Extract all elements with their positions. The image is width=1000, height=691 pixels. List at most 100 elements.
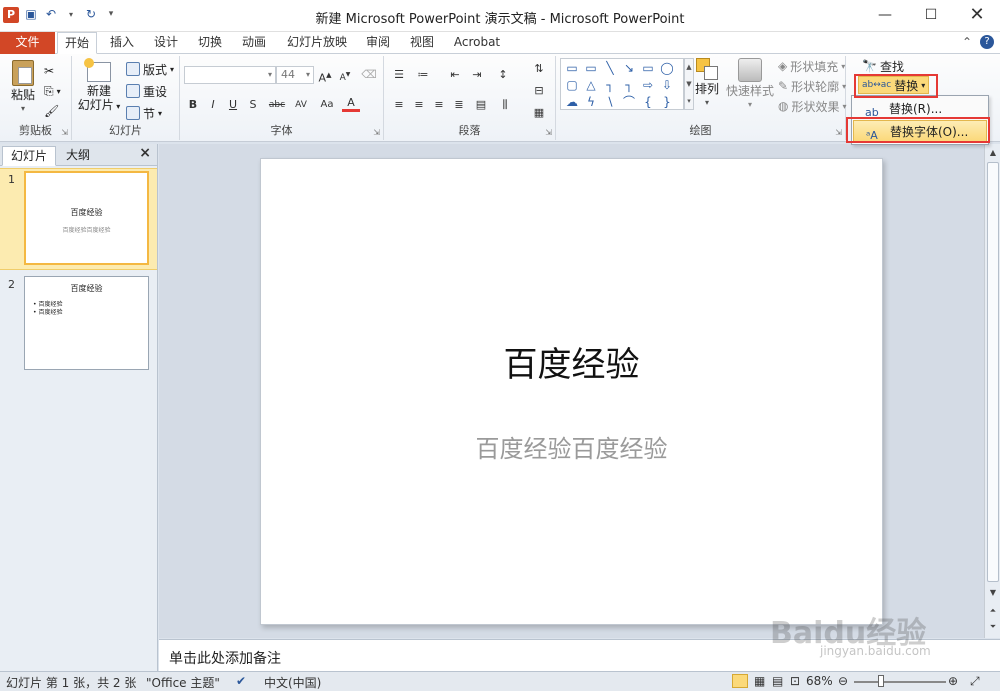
fit-to-window-icon[interactable]: ⤢ — [970, 674, 980, 689]
drawing-launcher-icon[interactable]: ⇲ — [835, 128, 842, 137]
textbox-vertical-shape-icon[interactable]: ▭ — [582, 60, 600, 77]
tab-animations[interactable]: 动画 — [235, 32, 273, 54]
shape-fill-button[interactable]: ◈ 形状填充 ▾ — [778, 57, 845, 75]
undo-icon[interactable]: ↶ — [44, 7, 58, 21]
tab-review[interactable]: 审阅 — [359, 32, 397, 54]
increase-indent-icon[interactable]: ⇥ — [468, 66, 486, 84]
close-icon[interactable]: ✕ — [954, 0, 1000, 32]
lightning-shape-icon[interactable]: ϟ — [582, 94, 600, 111]
close-pane-icon[interactable]: × — [139, 145, 151, 161]
zoom-out-icon[interactable]: ⊖ — [838, 674, 848, 688]
slide-thumbnail-row[interactable]: 1 百度经验 百度经验百度经验 — [0, 168, 157, 270]
columns-icon[interactable]: ⫼ — [496, 96, 514, 114]
redo-icon[interactable]: ↻ — [84, 7, 98, 21]
arc-shape-icon[interactable]: ⌒ — [620, 94, 638, 111]
shape-outline-button[interactable]: ✎ 形状轮廓 ▾ — [778, 77, 846, 95]
quick-styles-button[interactable]: 快速样式 ▾ — [726, 58, 774, 112]
align-center-icon[interactable]: ≡ — [410, 96, 428, 114]
slide-subtitle-placeholder[interactable]: 百度经验百度经验 — [261, 429, 882, 464]
align-text-icon[interactable]: ⊟ — [530, 82, 548, 100]
elbow-arrow-shape-icon[interactable]: ┐ — [620, 77, 638, 94]
triangle-shape-icon[interactable]: △ — [582, 77, 600, 94]
zoom-level[interactable]: 68% — [806, 674, 833, 688]
align-left-icon[interactable]: ≡ — [390, 96, 408, 114]
elbow-connector-shape-icon[interactable]: ┐ — [601, 77, 619, 94]
tab-home[interactable]: 开始 — [57, 32, 97, 54]
smartart-icon[interactable]: ▦ — [530, 104, 548, 122]
slide-title-placeholder[interactable]: 百度经验 — [261, 337, 882, 386]
font-color-button[interactable]: A — [342, 96, 360, 112]
slide-sorter-icon[interactable]: ▦ — [754, 674, 765, 688]
zoom-slider[interactable] — [854, 681, 946, 683]
grow-font-icon[interactable]: A▲ — [316, 66, 334, 85]
arrange-button[interactable]: 排列 ▾ — [692, 58, 722, 110]
slideshow-icon[interactable]: ⊡ — [790, 674, 800, 688]
rounded-rect-shape-icon[interactable]: ▢ — [563, 77, 581, 94]
help-icon[interactable]: ? — [980, 35, 994, 49]
previous-slide-icon[interactable]: ⏶ — [986, 604, 1000, 618]
slide-thumbnail-row[interactable]: 2 百度经验 • 百度经验 • 百度经验 — [0, 274, 157, 374]
change-case-button[interactable]: Aa — [316, 96, 338, 114]
textbox-shape-icon[interactable]: ▭ — [563, 60, 581, 77]
font-launcher-icon[interactable]: ⇲ — [373, 128, 380, 137]
clipboard-launcher-icon[interactable]: ⇲ — [61, 128, 68, 137]
right-arrow-shape-icon[interactable]: ⇨ — [639, 77, 657, 94]
tab-view[interactable]: 视图 — [403, 32, 441, 54]
current-slide[interactable]: 百度经验 百度经验百度经验 — [260, 158, 883, 625]
scroll-up-icon[interactable]: ▲ — [986, 146, 1000, 160]
text-direction-icon[interactable]: ⇅ — [530, 60, 548, 78]
strikethrough-button[interactable]: abc — [266, 96, 288, 114]
tab-transitions[interactable]: 切换 — [191, 32, 229, 54]
font-size-combobox[interactable]: 44 ▾ — [276, 66, 314, 84]
shrink-font-icon[interactable]: A▼ — [336, 66, 354, 84]
tab-insert[interactable]: 插入 — [103, 32, 141, 54]
left-brace-shape-icon[interactable]: { — [639, 94, 657, 111]
tab-design[interactable]: 设计 — [147, 32, 185, 54]
zoom-slider-knob[interactable] — [878, 675, 884, 687]
down-arrow-shape-icon[interactable]: ⇩ — [658, 77, 676, 94]
scroll-thumb[interactable] — [987, 162, 999, 582]
paragraph-launcher-icon[interactable]: ⇲ — [545, 128, 552, 137]
line-shape-icon[interactable]: ╲ — [601, 60, 619, 77]
underline-button[interactable]: U — [224, 96, 242, 114]
next-slide-icon[interactable]: ⏷ — [986, 620, 1000, 634]
decrease-indent-icon[interactable]: ⇤ — [446, 66, 464, 84]
layout-button[interactable]: 版式 ▾ — [126, 60, 174, 78]
reset-button[interactable]: 重设 — [126, 82, 167, 100]
format-painter-icon[interactable]: 🖌 — [44, 102, 59, 120]
char-spacing-button[interactable]: AV — [290, 96, 312, 114]
powerpoint-app-icon[interactable]: P — [3, 7, 19, 23]
minimize-icon[interactable]: — — [862, 0, 908, 32]
rectangle-shape-icon[interactable]: ▭ — [639, 60, 657, 77]
shadow-button[interactable]: S — [244, 96, 262, 114]
slide-thumbnail[interactable]: 百度经验 • 百度经验 • 百度经验 — [24, 276, 149, 370]
clear-format-icon[interactable]: ⌫ — [360, 66, 378, 84]
numbering-icon[interactable]: ≔ — [414, 66, 432, 84]
italic-button[interactable]: I — [204, 96, 222, 114]
maximize-icon[interactable]: ☐ — [908, 0, 954, 32]
bullets-icon[interactable]: ☰ — [390, 66, 408, 84]
oval-shape-icon[interactable]: ◯ — [658, 60, 676, 77]
shapes-gallery[interactable]: ▭ ▭ ╲ ↘ ▭ ◯ ▢ △ ┐ ┐ ⇨ ⇩ ☁ ϟ ∖ ⌒{} — [560, 58, 684, 110]
shape-effects-button[interactable]: ◍ 形状效果 ▾ — [778, 97, 847, 115]
minimize-ribbon-icon[interactable]: ⌃ — [962, 35, 972, 49]
reading-view-icon[interactable]: ▤ — [772, 674, 783, 688]
section-button[interactable]: 节 ▾ — [126, 104, 162, 122]
normal-view-icon[interactable] — [732, 674, 748, 688]
copy-icon[interactable]: ⎘ ▾ — [44, 82, 61, 100]
customize-qat-icon[interactable]: ▾ — [104, 9, 118, 19]
tab-acrobat[interactable]: Acrobat — [447, 32, 507, 54]
find-button[interactable]: 🔭 查找 — [862, 57, 904, 75]
cut-icon[interactable]: ✂ — [44, 62, 54, 80]
new-slide-button[interactable]: 新建 幻灯片 ▾ — [76, 58, 122, 114]
spellcheck-icon[interactable]: ✔ — [236, 674, 246, 688]
tab-slideshow[interactable]: 幻灯片放映 — [281, 32, 353, 54]
line-spacing-icon[interactable]: ↕ — [494, 66, 512, 84]
zoom-in-icon[interactable]: ⊕ — [948, 674, 958, 688]
undo-dropdown-icon[interactable]: ▾ — [64, 10, 78, 19]
vertical-scrollbar[interactable]: ▲ ▼ ⏶ ⏷ — [984, 144, 1000, 638]
font-name-combobox[interactable]: ▾ — [184, 66, 276, 84]
theme-status[interactable]: "Office 主题" — [146, 674, 220, 691]
arrow-line-shape-icon[interactable]: ↘ — [620, 60, 638, 77]
language-status[interactable]: 中文(中国) — [264, 674, 321, 691]
